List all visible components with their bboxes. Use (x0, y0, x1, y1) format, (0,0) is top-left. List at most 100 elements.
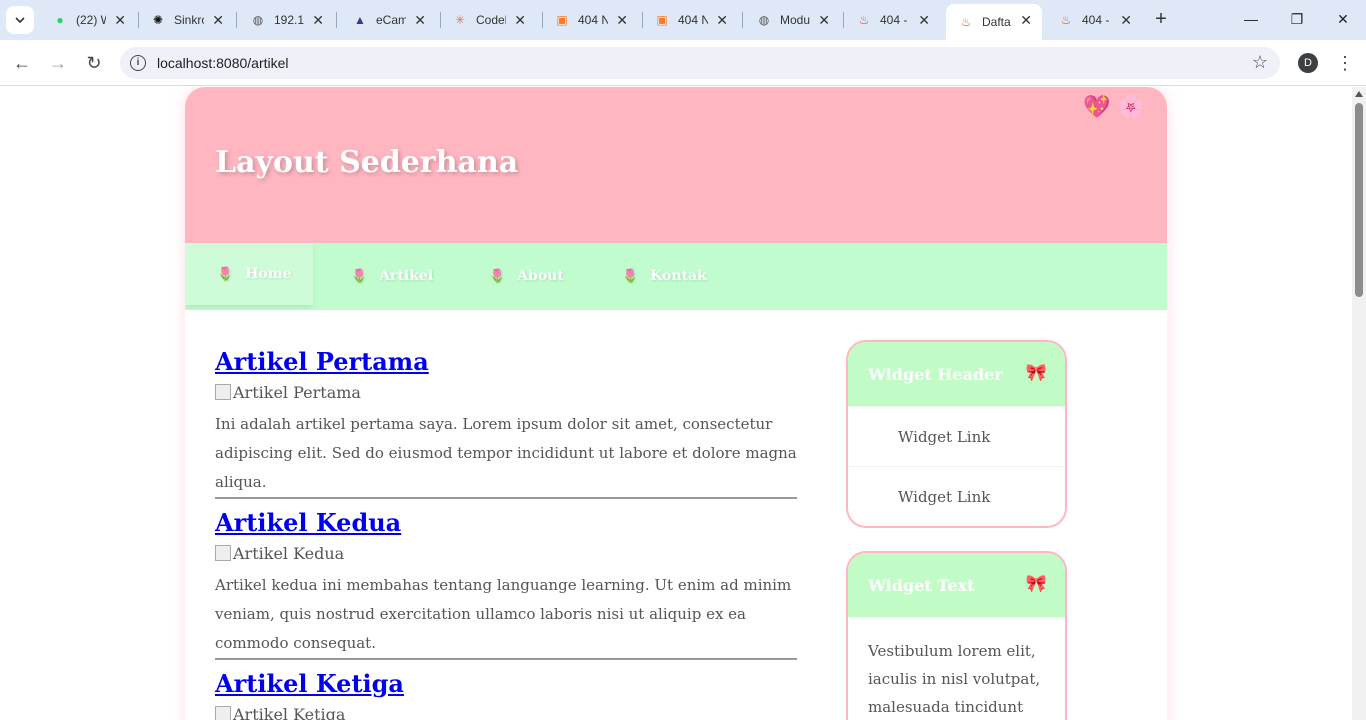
site-info-icon[interactable]: i (130, 55, 146, 71)
nav-kontak[interactable]: 🌷 Kontak (590, 245, 707, 307)
tab-404-c[interactable]: ♨ 404 - ✕ (844, 4, 940, 36)
article-title: Artikel Ketiga (215, 667, 797, 701)
main-nav: 🌷 Home 🌷 Artikel 🌷 About 🌷 Kontak (185, 243, 1167, 310)
nav-label: About (517, 268, 564, 284)
article-title-link[interactable]: Artikel Pertama (215, 347, 429, 376)
ecampus-icon: ▲ (354, 13, 366, 27)
scrollbar-thumb[interactable] (1355, 103, 1363, 297)
tab-whatsapp[interactable]: ● (22) W ✕ (40, 4, 136, 36)
flame-icon: ♨ (960, 15, 972, 29)
flower-icon: 🌸 (1117, 95, 1145, 120)
nav-about[interactable]: 🌷 About (457, 245, 564, 307)
nav-artikel[interactable]: 🌷 Artikel (319, 245, 433, 307)
bookmark-star-icon[interactable]: ☆ (1252, 52, 1268, 73)
article-image: Artikel Pertama (215, 379, 797, 405)
site-container: Layout Sederhana 💖 🌸 🌷 Home 🌷 Artikel 🌷 … (185, 87, 1167, 720)
site-header: Layout Sederhana 💖 🌸 (185, 87, 1167, 243)
widget-link[interactable]: Widget Link (848, 466, 1065, 526)
tab-ip[interactable]: ◍ 192.1 ✕ (238, 4, 334, 36)
article-body: Ini adalah artikel pertama saya. Lorem i… (215, 415, 797, 491)
profile-avatar[interactable]: D (1298, 53, 1318, 73)
tab-label: Codel (476, 13, 506, 27)
close-icon[interactable]: ✕ (514, 12, 526, 29)
tab-404-a[interactable]: ▣ 404 N ✕ (542, 4, 638, 36)
article-image-alt: Artikel Kedua (233, 543, 345, 563)
article-title-link[interactable]: Artikel Kedua (215, 508, 401, 537)
close-window-button[interactable]: ✕ (1332, 8, 1354, 30)
article-divider (215, 658, 797, 660)
article-image-alt: Artikel Pertama (233, 382, 361, 402)
url-text[interactable]: localhost:8080/artikel (157, 55, 289, 71)
tab-404-b[interactable]: ▣ 404 N ✕ (642, 4, 738, 36)
reload-button[interactable]: ↻ (83, 52, 105, 74)
address-bar[interactable]: i localhost:8080/artikel ☆ (120, 47, 1280, 79)
chevron-down-icon (15, 17, 25, 23)
tab-divider (236, 12, 237, 28)
tab-sinkro[interactable]: ✺ Sinkro ✕ (138, 4, 234, 36)
tab-strip: ● (22) W ✕ ✺ Sinkro ✕ ◍ 192.1 ✕ ▲ eCam ✕… (0, 0, 1366, 40)
tab-404-d[interactable]: ♨ 404 - ✕ (1046, 4, 1142, 36)
globe-icon: ◍ (252, 13, 264, 27)
close-icon[interactable]: ✕ (414, 12, 426, 29)
article-image: Artikel Ketiga (215, 701, 797, 720)
back-button[interactable]: ← (11, 52, 33, 74)
close-icon[interactable]: ✕ (114, 12, 126, 29)
close-icon[interactable]: ✕ (312, 12, 324, 29)
more-menu-icon[interactable]: ⋮ (1336, 52, 1354, 74)
article-image-alt: Artikel Ketiga (233, 704, 346, 720)
tab-divider (742, 12, 743, 28)
article-title-link[interactable]: Artikel Ketiga (215, 669, 404, 698)
close-icon[interactable]: ✕ (818, 12, 830, 29)
close-icon[interactable]: ✕ (616, 12, 628, 29)
forward-button[interactable]: → (47, 52, 69, 74)
tab-daftar-active[interactable]: ♨ Dafta ✕ (946, 4, 1042, 40)
widget-links: Widget Header 🎀 Widget Link Widget Link (846, 340, 1067, 528)
tab-claude[interactable]: ✳ Codel ✕ (440, 4, 536, 36)
page-viewport: Layout Sederhana 💖 🌸 🌷 Home 🌷 Artikel 🌷 … (0, 87, 1352, 720)
nav-label: Kontak (650, 268, 707, 284)
browser-toolbar: ← → ↻ i localhost:8080/artikel ☆ D ⋮ (0, 40, 1366, 86)
restore-button[interactable]: ❐ (1286, 8, 1308, 30)
xampp-icon: ▣ (556, 13, 568, 27)
close-icon[interactable]: ✕ (716, 12, 728, 29)
article-body: Artikel kedua ini membahas tentang langu… (215, 576, 792, 652)
close-icon[interactable]: ✕ (1120, 12, 1132, 29)
flame-icon: ♨ (858, 13, 870, 27)
minimize-button[interactable]: — (1240, 8, 1262, 30)
article-image: Artikel Kedua (215, 540, 797, 566)
close-icon[interactable]: ✕ (1020, 12, 1032, 29)
new-tab-button[interactable]: + (1150, 8, 1172, 30)
nav-home[interactable]: 🌷 Home (185, 243, 313, 305)
broken-image-icon (215, 545, 231, 561)
nav-label: Home (245, 266, 292, 282)
widget-text: Widget Text 🎀 Vestibulum lorem elit, iac… (846, 551, 1067, 720)
broken-image-icon (215, 384, 231, 400)
close-icon[interactable]: ✕ (212, 12, 224, 29)
article-item: Artikel Ketiga Artikel Ketiga (215, 667, 797, 720)
widget-title: Widget Header (868, 364, 1003, 384)
xampp-icon: ▣ (656, 13, 668, 27)
heart-icon: 💖 (1083, 95, 1111, 120)
tab-label: Sinkro (174, 13, 204, 27)
tulip-icon: 🌷 (622, 268, 639, 284)
scroll-up-icon[interactable] (1355, 91, 1363, 97)
widget-link[interactable]: Widget Link (848, 406, 1065, 466)
article-item: Artikel Kedua Artikel Kedua Artikel kedu… (215, 506, 797, 660)
whatsapp-icon: ● (56, 13, 64, 27)
claude-icon: ✳ (454, 13, 466, 27)
widget-title: Widget Text (868, 575, 975, 595)
tulip-icon: 🌷 (351, 268, 368, 284)
widget-header: Widget Text 🎀 (848, 553, 1065, 617)
close-icon[interactable]: ✕ (918, 12, 930, 29)
tab-label: 404 N (678, 13, 708, 27)
article-divider (215, 497, 797, 499)
article-title: Artikel Kedua (215, 506, 797, 540)
nav-label: Artikel (379, 268, 434, 284)
tab-label: 192.1 (274, 13, 304, 27)
tab-ecampus[interactable]: ▲ eCam ✕ (340, 4, 436, 36)
tab-modul[interactable]: ◍ Modu ✕ (744, 4, 840, 36)
broken-image-icon (215, 706, 231, 720)
article-item: Artikel Pertama Artikel Pertama Ini adal… (215, 345, 797, 499)
page-scrollbar[interactable] (1352, 87, 1366, 720)
tab-search-button[interactable] (6, 6, 34, 34)
